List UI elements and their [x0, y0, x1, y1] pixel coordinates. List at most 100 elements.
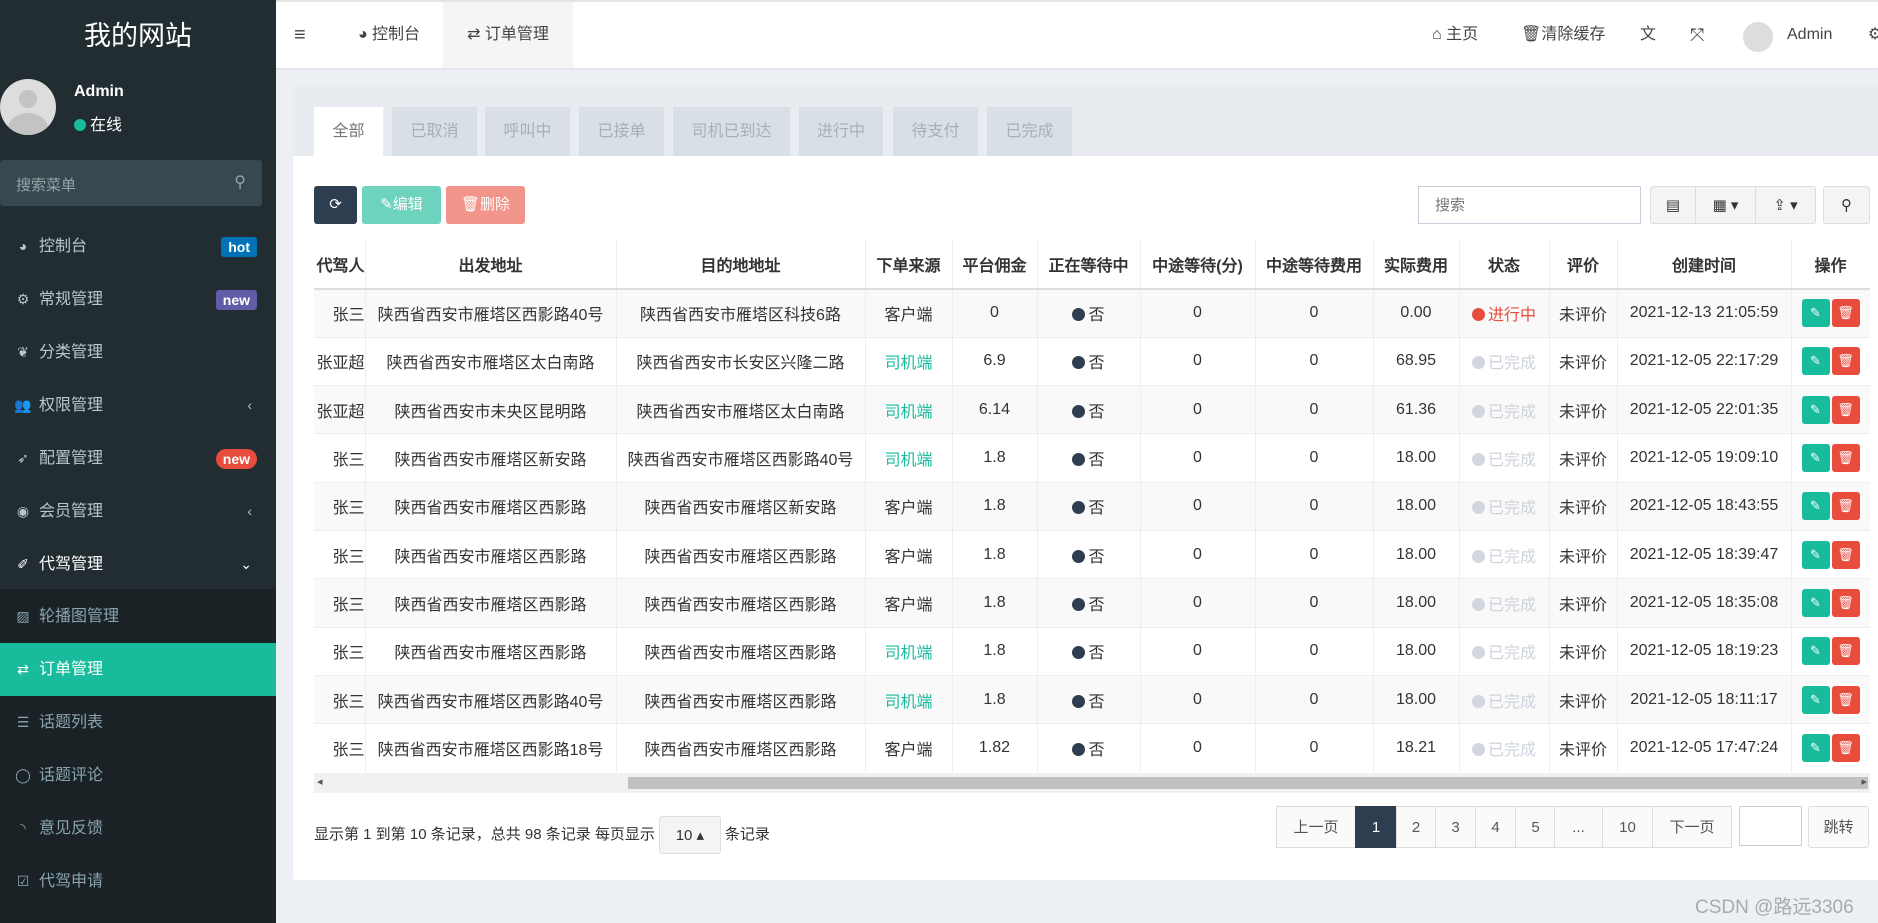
gear-icon[interactable]: ⚙	[1868, 2, 1878, 68]
table-search-input[interactable]	[1418, 186, 1641, 224]
edit-row-button[interactable]: ✎	[1801, 395, 1830, 424]
edit-row-button[interactable]: ✎	[1801, 492, 1830, 521]
sidebar-item[interactable]: 👥 权限管理 ‹	[0, 379, 276, 432]
column-header[interactable]: 目的地地址	[616, 240, 866, 290]
header-avatar[interactable]	[1743, 22, 1773, 52]
clear-cache-button[interactable]: 🗑清除缓存	[1521, 2, 1605, 68]
column-header[interactable]: 创建时间	[1617, 240, 1792, 290]
translate-icon[interactable]: 文	[1640, 2, 1656, 68]
header-user[interactable]: Admin	[1787, 2, 1832, 68]
site-logo[interactable]: 我的网站	[0, 0, 276, 72]
search-button[interactable]: ⚲	[1823, 186, 1870, 224]
column-header[interactable]: 中途等待费用	[1255, 240, 1374, 290]
page-button[interactable]: 10	[1602, 806, 1653, 848]
filter-tab[interactable]: 已完成	[987, 107, 1072, 156]
sidebar-item[interactable]: ✐ 代驾管理 ⌄	[0, 538, 276, 591]
jump-page-input[interactable]	[1739, 806, 1802, 846]
sidebar-item[interactable]: ❦ 分类管理	[0, 326, 276, 379]
delete-button[interactable]: 🗑删除	[446, 186, 525, 224]
page-button[interactable]: 1	[1355, 806, 1397, 848]
sidebar-subitem[interactable]: ◯ 话题评论	[0, 749, 276, 802]
column-header[interactable]: 出发地址	[365, 240, 617, 290]
tab-dashboard[interactable]: ◕ 控制台	[335, 2, 443, 68]
edit-row-button[interactable]: ✎	[1801, 734, 1830, 763]
column-header[interactable]: 代驾人	[314, 240, 366, 290]
column-header[interactable]: 操作	[1791, 240, 1870, 290]
status-dot-icon	[1471, 743, 1485, 757]
delete-row-button[interactable]: 🗑	[1831, 395, 1860, 424]
page-button[interactable]: ...	[1554, 806, 1603, 848]
edit-row-button[interactable]: ✎	[1801, 685, 1830, 714]
column-header[interactable]: 下单来源	[865, 240, 953, 290]
grid-icon: ▦ ▾	[1712, 197, 1739, 214]
filter-tab[interactable]: 全部	[314, 107, 383, 156]
page-button[interactable]: 5	[1515, 806, 1556, 848]
sidebar-item[interactable]: ⚙ 常规管理 new	[0, 273, 276, 326]
scroll-right-icon[interactable]: ▸	[1861, 775, 1867, 788]
search-icon[interactable]: ⚲	[234, 172, 246, 192]
fullscreen-icon[interactable]: ⤧	[1690, 2, 1704, 68]
delete-row-button[interactable]: 🗑	[1831, 540, 1860, 569]
filter-tab[interactable]: 已接单	[579, 107, 664, 156]
home-label: 主页	[1446, 26, 1479, 43]
sidebar-subitem[interactable]: ▨ 轮播图管理	[0, 590, 276, 643]
delete-row-button[interactable]: 🗑	[1831, 444, 1860, 473]
sidebar-item-label: 权限管理	[39, 397, 104, 414]
sidebar-subitem[interactable]: ☰ 话题列表	[0, 696, 276, 749]
dot-icon	[1072, 597, 1086, 611]
edit-row-button[interactable]: ✎	[1801, 540, 1830, 569]
delete-row-button[interactable]: 🗑	[1831, 685, 1860, 714]
edit-button[interactable]: ✎编辑	[362, 186, 441, 224]
home-link[interactable]: ⌂ 主页	[1432, 2, 1478, 68]
sidebar-item[interactable]: ◉ 会员管理 ‹	[0, 485, 276, 538]
page-button[interactable]: 2	[1396, 806, 1436, 848]
page-button[interactable]: 3	[1435, 806, 1476, 848]
filter-tab[interactable]: 进行中	[799, 107, 883, 156]
delete-row-button[interactable]: 🗑	[1831, 347, 1860, 376]
column-header[interactable]: 正在等待中	[1037, 240, 1141, 290]
column-header[interactable]: 评价	[1549, 240, 1618, 290]
scrollbar-thumb[interactable]	[628, 777, 1868, 789]
sidebar-subitem[interactable]: ⇄ 订单管理	[0, 643, 276, 696]
page-button[interactable]: 4	[1475, 806, 1516, 848]
column-header[interactable]: 状态	[1459, 240, 1550, 290]
jump-button[interactable]: 跳转	[1808, 806, 1869, 848]
column-header[interactable]: 实际费用	[1373, 240, 1460, 290]
filter-tab[interactable]: 呼叫中	[485, 107, 570, 156]
sidebar-item[interactable]: ◕ 控制台 hot	[0, 220, 276, 273]
export-button[interactable]: ⇪ ▾	[1755, 186, 1816, 224]
filter-tab[interactable]: 司机已到达	[673, 107, 790, 156]
delete-row-button[interactable]: 🗑	[1831, 588, 1860, 617]
filter-tab[interactable]: 已取消	[392, 107, 477, 156]
column-header[interactable]: 中途等待(分)	[1140, 240, 1256, 290]
prev-page-button[interactable]: 上一页	[1276, 806, 1356, 848]
filter-tab[interactable]: 待支付	[893, 107, 978, 156]
delete-row-button[interactable]: 🗑	[1831, 734, 1860, 763]
edit-row-button[interactable]: ✎	[1801, 299, 1830, 328]
menu-search-input[interactable]: 搜索菜单 ⚲	[0, 160, 262, 206]
scroll-left-icon[interactable]: ◂	[317, 775, 323, 788]
source-cell: 司机端	[865, 385, 953, 434]
column-header[interactable]: 平台佣金	[952, 240, 1038, 290]
horizontal-scrollbar[interactable]: ◂ ▸	[314, 773, 1870, 793]
tab-orders[interactable]: ⇄ 订单管理	[443, 2, 573, 68]
delete-row-button[interactable]: 🗑	[1831, 492, 1860, 521]
delete-row-button[interactable]: 🗑	[1831, 299, 1860, 328]
sidebar-item[interactable]: ➶ 配置管理 new	[0, 432, 276, 485]
refresh-button[interactable]: ⟳	[314, 186, 357, 224]
page-size-select[interactable]: 10 ▴	[658, 816, 721, 854]
sidebar-subitem[interactable]: ☑ 代驾申请	[0, 855, 276, 908]
sidebar-subitem[interactable]: ◝ 意见反馈	[0, 802, 276, 855]
menu-toggle-icon[interactable]: ≡	[294, 2, 306, 68]
rss-icon: ◝	[20, 820, 26, 836]
next-page-button[interactable]: 下一页	[1652, 806, 1732, 848]
edit-row-button[interactable]: ✎	[1801, 637, 1830, 666]
edit-row-button[interactable]: ✎	[1801, 444, 1830, 473]
table-row: 张三 陕西省西安市雁塔区新安路 陕西省西安市雁塔区西影路40号 司机端 1.8 否 0 0 18…	[314, 433, 1870, 483]
columns-button[interactable]: ▦ ▾	[1695, 186, 1756, 224]
delete-row-button[interactable]: 🗑	[1831, 637, 1860, 666]
edit-row-button[interactable]: ✎	[1801, 347, 1830, 376]
toggle-view-button[interactable]: ▤	[1650, 186, 1696, 224]
table-cell: 2021-12-05 18:19:23	[1617, 626, 1792, 676]
edit-row-button[interactable]: ✎	[1801, 588, 1830, 617]
